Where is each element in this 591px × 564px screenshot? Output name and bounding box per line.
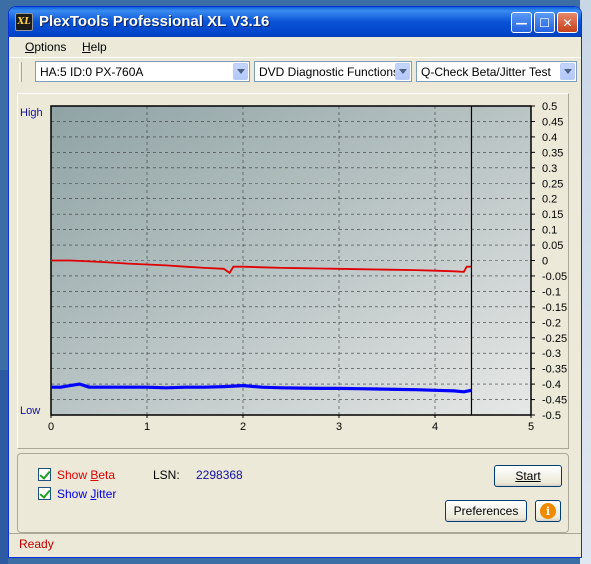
show-beta-label-rest: eta <box>98 468 116 482</box>
show-jitter-label[interactable]: Show Jitter <box>57 487 116 501</box>
x-tick-label: 2 <box>240 421 246 433</box>
y-tick-label: 0.4 <box>542 132 557 144</box>
test-select-value: Q-Check Beta/Jitter Test <box>421 65 551 79</box>
start-button[interactable]: Start <box>494 465 562 487</box>
function-select-value: DVD Diagnostic Functions <box>259 65 400 79</box>
show-beta-label-main: Show <box>57 468 91 482</box>
info-button[interactable]: i <box>535 500 561 522</box>
y-tick-label: 0.1 <box>542 225 557 237</box>
info-icon: i <box>540 503 556 519</box>
y-tick-label: 0.05 <box>542 240 563 252</box>
y-tick-label: 0.15 <box>542 209 563 221</box>
y-tick-label: -0.5 <box>542 410 561 422</box>
y-tick-label: -0.4 <box>542 379 561 391</box>
plextools-window: XL PlexTools Professional XL V3.16 — ☐ ✕… <box>8 6 582 558</box>
close-button[interactable]: ✕ <box>557 12 578 33</box>
x-tick-label: 1 <box>144 421 150 433</box>
chevron-down-icon[interactable] <box>560 63 575 80</box>
test-select[interactable]: Q-Check Beta/Jitter Test <box>416 61 577 82</box>
y-tick-label: -0.3 <box>542 348 561 360</box>
menu-help-rest: elp <box>90 40 107 54</box>
x-tick-label: 5 <box>528 421 534 433</box>
y-tick-label: -0.35 <box>542 364 567 376</box>
menu-help-accel: H <box>82 40 91 54</box>
chevron-down-icon[interactable] <box>395 63 410 80</box>
lsn-value: 2298368 <box>196 468 243 482</box>
y-tick-label: -0.1 <box>542 286 561 298</box>
start-button-label: Start <box>515 469 541 483</box>
y-tick-label: 0 <box>542 256 548 268</box>
show-beta-label[interactable]: Show Beta <box>57 468 115 482</box>
x-tick-label: 3 <box>336 421 342 433</box>
title-bar[interactable]: XL PlexTools Professional XL V3.16 — ☐ ✕ <box>9 7 581 37</box>
y-axis-low-label: Low <box>20 405 40 417</box>
y-tick-label: -0.25 <box>542 333 567 345</box>
drive-select-value: HA:5 ID:0 PX-760A <box>40 65 144 79</box>
toolbar-grip[interactable] <box>19 62 22 82</box>
preferences-button-label: Preferences <box>453 504 519 518</box>
chevron-down-icon[interactable] <box>233 63 248 80</box>
x-tick-label: 4 <box>432 421 438 433</box>
menu-bar: Options Help <box>9 37 581 57</box>
y-tick-label: -0.2 <box>542 317 561 329</box>
show-jitter-checkbox[interactable] <box>38 487 51 500</box>
maximize-button[interactable]: ☐ <box>534 12 555 33</box>
show-beta-checkbox[interactable] <box>38 468 51 481</box>
status-bar: Ready <box>9 533 581 553</box>
options-panel: Show Beta Show Jitter LSN: 2298368 Start… <box>17 453 569 533</box>
y-tick-label: 0.3 <box>542 163 557 175</box>
toolbar: HA:5 ID:0 PX-760A DVD Diagnostic Functio… <box>9 57 581 85</box>
menu-help[interactable]: Help <box>82 40 107 54</box>
beta-jitter-chart: 0 1 2 3 4 5 0.5 0.45 0.4 0.35 0.3 0.25 0.2 0.15 0.1 0.0… <box>20 101 567 433</box>
y-axis-high-label: High <box>20 107 43 119</box>
menu-options-accel: O <box>25 40 35 54</box>
y-tick-label: -0.05 <box>542 271 567 283</box>
menu-options[interactable]: Options <box>25 40 66 54</box>
window-title: PlexTools Professional XL V3.16 <box>39 13 270 30</box>
y-tick-label: 0.25 <box>542 178 563 190</box>
lsn-label: LSN: <box>153 468 180 482</box>
preferences-button[interactable]: Preferences <box>445 500 527 522</box>
status-text: Ready <box>19 537 54 551</box>
show-jitter-label-rest: itter <box>96 487 117 501</box>
menu-options-rest: ptions <box>34 40 67 54</box>
show-jitter-label-main: Show <box>57 487 91 501</box>
drive-select[interactable]: HA:5 ID:0 PX-760A <box>35 61 250 82</box>
y-tick-label: 0.5 <box>542 101 557 113</box>
y-tick-label: -0.15 <box>542 302 567 314</box>
desktop-background-left <box>0 370 8 564</box>
minimize-button[interactable]: — <box>511 12 532 33</box>
app-logo-icon: XL <box>15 13 33 31</box>
y-tick-label: 0.45 <box>542 116 563 128</box>
y-tick-label: -0.45 <box>542 395 567 407</box>
x-tick-label: 0 <box>48 421 54 433</box>
function-select[interactable]: DVD Diagnostic Functions <box>254 61 412 82</box>
y-tick-label: 0.2 <box>542 194 557 206</box>
y-tick-label: 0.35 <box>542 147 563 159</box>
chart-panel: 0 1 2 3 4 5 0.5 0.45 0.4 0.35 0.3 0.25 0.2 0.15 0.1 0.0… <box>17 93 569 449</box>
